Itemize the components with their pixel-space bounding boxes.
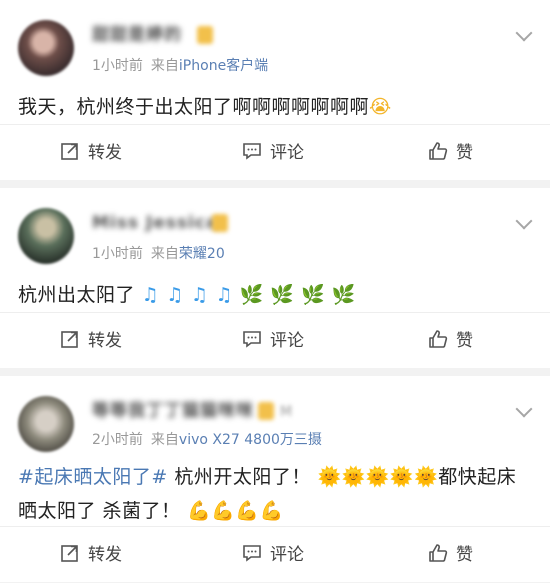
post-text-body: 杭州出太阳了 [18,284,136,306]
from-label: 来自 [150,58,179,74]
thumbs-up-icon [429,142,448,160]
post-time: 2小时前 [92,432,143,448]
like-button[interactable]: 赞 [428,125,473,181]
crying-laughing-emoji: 😭 [369,96,392,118]
comment-label: 评论 [270,545,304,565]
post-text: 杭州出太阳了 ♫ ♫ ♫ ♫ 🌿 🌿 🌿 🌿 [18,280,533,310]
hashtag-link[interactable]: #起床晒太阳了# [18,466,168,488]
flexed-arm-emoji: 💪💪💪💪 [187,500,284,522]
post-card: Miss Jessica 1小时前 来自荣耀20 杭州出太阳了 ♫ ♫ ♫ ♫ 🌿… [0,188,550,368]
vip-badge-icon [197,26,213,44]
post-text-body: 我天，杭州终于出太阳了啊啊啊啊啊啊啊 [18,96,370,118]
repost-label: 转发 [88,545,122,565]
action-bar: 转发 评论 赞 [0,124,550,181]
like-label: 赞 [456,331,473,351]
music-note-emoji: ♫ ♫ ♫ ♫ [141,284,234,306]
vip-badge-icon [212,214,228,232]
like-button[interactable]: 赞 [428,527,473,583]
repost-icon [61,545,78,562]
device-link[interactable]: vivo X27 4800万三摄 [179,432,322,448]
repost-label: 转发 [88,331,122,351]
thumbs-up-icon [429,544,448,562]
repost-icon [61,143,78,160]
username[interactable]: 等等我丁丁猫猫咪咪 [92,400,254,422]
like-label: 赞 [456,143,473,163]
vip-badge-icon [258,402,274,420]
device-link[interactable]: iPhone客户端 [179,58,268,74]
repost-button[interactable]: 转发 [60,527,122,583]
comment-button[interactable]: 评论 [242,527,304,583]
comment-icon [243,545,261,562]
post-text-body: 杭州开太阳了！ [167,466,311,488]
post-card: 等等我丁丁猫猫咪咪 M 2小时前 来自vivo X27 4800万三摄 #起床晒太… [0,376,550,582]
avatar[interactable] [18,396,74,452]
chevron-down-icon[interactable] [515,212,533,230]
repost-label: 转发 [88,143,122,163]
post-card: 甜甜是婷的 1小时前 来自iPhone客户端 我天，杭州终于出太阳了啊啊啊啊啊啊啊… [0,0,550,180]
like-label: 赞 [456,545,473,565]
comment-label: 评论 [270,143,304,163]
comment-icon [243,331,261,348]
post-meta: 1小时前 来自荣耀20 [92,243,225,263]
sun-emoji: 🌞🌞🌞🌞🌞 [317,466,439,488]
action-bar: 转发 评论 赞 [0,526,550,583]
comment-button[interactable]: 评论 [242,125,304,181]
username[interactable]: Miss Jessica [92,212,218,234]
comment-label: 评论 [270,331,304,351]
post-time: 1小时前 [92,246,143,262]
post-time: 1小时前 [92,58,143,74]
comment-button[interactable]: 评论 [242,313,304,369]
like-button[interactable]: 赞 [428,313,473,369]
from-label: 来自 [150,246,179,262]
repost-icon [61,331,78,348]
repost-button[interactable]: 转发 [60,125,122,181]
repost-button[interactable]: 转发 [60,313,122,369]
post-text: #起床晒太阳了# 杭州开太阳了！ 🌞🌞🌞🌞🌞都快起床 晒太阳了 杀菌了！ 💪💪💪… [18,460,533,528]
avatar[interactable] [18,208,74,264]
username[interactable]: 甜甜是婷的 [92,24,182,46]
from-label: 来自 [150,432,179,448]
chevron-down-icon[interactable] [515,24,533,42]
action-bar: 转发 评论 赞 [0,312,550,369]
post-meta: 2小时前 来自vivo X27 4800万三摄 [92,429,322,449]
device-link[interactable]: 荣耀20 [179,246,225,262]
avatar[interactable] [18,20,74,76]
thumbs-up-icon [429,330,448,348]
leaf-emoji: 🌿 🌿 🌿 🌿 [239,284,356,306]
member-badge: M [280,404,293,420]
post-text: 我天，杭州终于出太阳了啊啊啊啊啊啊啊😭 [18,92,533,122]
post-meta: 1小时前 来自iPhone客户端 [92,55,268,75]
chevron-down-icon[interactable] [515,400,533,418]
comment-icon [243,143,261,160]
